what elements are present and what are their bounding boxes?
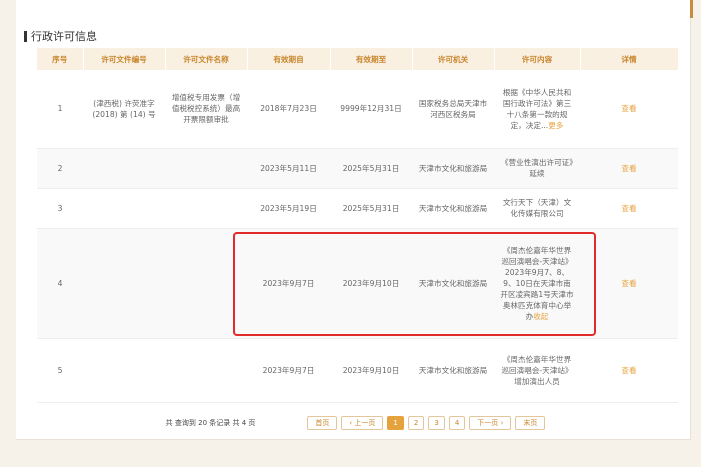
cell-doc-name: 增值税专用发票（增值税税控系统）最高开票限额审批 [165, 70, 247, 149]
prev-page-button[interactable]: ‹ 上一页 [341, 416, 384, 430]
cell-doc-no [83, 148, 165, 189]
cell-to: 2023年9月10日 [330, 228, 412, 339]
cell-doc-no: (津西税) 许荧准字 (2018) 第 (14) 号 [83, 70, 165, 149]
cell-detail: 查看 [580, 188, 678, 229]
title-bar-icon [24, 30, 27, 42]
cell-authority: 天津市文化和旅游局 [412, 228, 494, 339]
view-link[interactable]: 查看 [621, 164, 636, 173]
more-link[interactable]: 更多 [548, 121, 563, 130]
page-4-button[interactable]: 4 [448, 416, 466, 430]
page-2-button[interactable]: 2 [407, 416, 425, 430]
cell-from: 2023年9月7日 [247, 228, 330, 339]
cell-doc-name [165, 338, 247, 403]
cell-doc-name [165, 148, 247, 189]
collapse-link[interactable]: 收起 [533, 312, 548, 321]
col-header: 详情 [580, 48, 679, 70]
cell-no: 4 [37, 228, 83, 339]
cell-content: 《周杰伦嘉年华世界巡回演唱会-天津站》2023年9月7、8、9、10日在天津市南… [494, 228, 580, 339]
cell-to: 2025年5月31日 [330, 148, 412, 189]
first-page-button[interactable]: 首页 [307, 416, 338, 430]
cell-from: 2023年9月7日 [247, 338, 330, 403]
cell-content: 文行天下（天津）文化传媒有限公司 [494, 188, 580, 229]
cell-doc-no [83, 228, 165, 339]
section-title-text: 行政许可信息 [31, 30, 97, 43]
content-text: 《周杰伦嘉年华世界巡回演唱会-天津站》2023年9月7、8、9、10日在天津市南… [500, 245, 574, 321]
table-row: 5 2023年9月7日 2023年9月10日 天津市文化和旅游局 《周杰伦嘉年华… [37, 338, 678, 403]
view-link[interactable]: 查看 [621, 279, 636, 288]
cell-detail: 查看 [580, 148, 678, 189]
cell-doc-name [165, 228, 247, 339]
cell-from: 2023年5月11日 [247, 148, 330, 189]
col-header: 许可文件编号 [83, 48, 166, 70]
cell-from: 2023年5月19日 [247, 188, 330, 229]
cell-content: 根据《中华人民共和国行政许可法》第三十八条第一款的规定，决定...更多 [494, 70, 580, 149]
col-header: 有效期至 [330, 48, 413, 70]
page-3-button[interactable]: 3 [428, 416, 445, 430]
table-header-row: 序号 许可文件编号 许可文件名称 有效期自 有效期至 许可机关 许可内容 详情 [37, 48, 679, 70]
cell-to: 9999年12月31日 [330, 70, 412, 149]
page-1-button[interactable]: 1 [387, 416, 404, 430]
cell-to: 2025年5月31日 [330, 188, 412, 229]
table-row: 3 2023年5月19日 2025年5月31日 天津市文化和旅游局 文行天下（天… [37, 188, 678, 229]
view-link[interactable]: 查看 [621, 366, 636, 375]
cell-from: 2018年7月23日 [247, 70, 330, 149]
pagination: 共 查询到 20 条记录 共 4 页 首页 ‹ 上一页 1 2 3 4 下一页 … [37, 414, 678, 432]
col-header: 许可文件名称 [165, 48, 248, 70]
cell-detail: 查看 [580, 228, 678, 339]
cell-doc-no [83, 188, 165, 229]
cell-authority: 天津市文化和旅游局 [412, 188, 494, 229]
cell-no: 5 [37, 338, 83, 403]
cell-content: 《营业性演出许可证》延续 [494, 148, 580, 189]
license-table: 序号 许可文件编号 许可文件名称 有效期自 有效期至 许可机关 许可内容 详情 … [37, 48, 679, 403]
cell-detail: 查看 [580, 70, 678, 149]
cell-doc-name [165, 188, 247, 229]
table-row: 2 2023年5月11日 2025年5月31日 天津市文化和旅游局 《营业性演出… [37, 148, 678, 189]
col-header: 序号 [37, 48, 84, 70]
pager-info: 共 查询到 20 条记录 共 4 页 [165, 419, 256, 427]
cell-to: 2023年9月10日 [330, 338, 412, 403]
col-header: 许可机关 [412, 48, 495, 70]
col-header: 有效期自 [247, 48, 331, 70]
last-page-button[interactable]: 末页 [515, 416, 546, 430]
section-title: 行政许可信息 [24, 28, 97, 44]
cell-no: 1 [37, 70, 83, 149]
view-link[interactable]: 查看 [621, 204, 636, 213]
cell-content: 《周杰伦嘉年华世界巡回演唱会-天津站》增加演出人员 [494, 338, 580, 403]
table-row: 4 2023年9月7日 2023年9月10日 天津市文化和旅游局 《周杰伦嘉年华… [37, 228, 678, 339]
col-header: 许可内容 [494, 48, 581, 70]
cell-detail: 查看 [580, 338, 678, 403]
cell-authority: 国家税务总局天津市河西区税务局 [412, 70, 494, 149]
view-link[interactable]: 查看 [621, 104, 636, 113]
table-row: 1 (津西税) 许荧准字 (2018) 第 (14) 号 增值税专用发票（增值税… [37, 70, 678, 149]
cell-authority: 天津市文化和旅游局 [412, 338, 494, 403]
cell-no: 3 [37, 188, 83, 229]
accent-rail [690, 0, 693, 18]
next-page-button[interactable]: 下一页 › [469, 416, 512, 430]
cell-no: 2 [37, 148, 83, 189]
cell-doc-no [83, 338, 165, 403]
cell-authority: 天津市文化和旅游局 [412, 148, 494, 189]
